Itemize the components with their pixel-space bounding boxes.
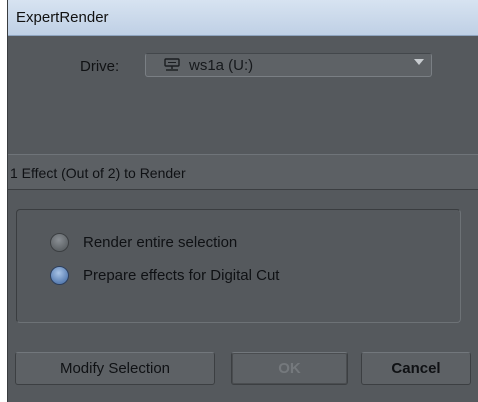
render-options-group xyxy=(16,209,461,323)
effect-count-header: 1 Effect (Out of 2) to Render xyxy=(8,154,478,190)
modify-selection-button[interactable]: Modify Selection xyxy=(15,352,215,385)
drive-label: Drive: xyxy=(80,58,120,75)
radio-button-selected[interactable] xyxy=(50,266,69,285)
title-bar[interactable]: ExpertRender xyxy=(8,0,478,36)
radio-button-unselected[interactable] xyxy=(50,233,69,252)
drive-dropdown[interactable]: ws1a (U:) xyxy=(145,53,432,77)
expert-render-dialog: ExpertRender Drive: ws1a (U:) 1 Effect (… xyxy=(7,0,478,402)
window-title: ExpertRender xyxy=(16,9,109,26)
effect-count-text: 1 Effect (Out of 2) to Render xyxy=(10,165,186,181)
option-label: Render entire selection xyxy=(83,234,238,251)
network-drive-icon xyxy=(164,58,180,72)
cancel-button[interactable]: Cancel xyxy=(361,352,471,385)
chevron-down-icon[interactable] xyxy=(414,59,424,65)
option-label: Prepare effects for Digital Cut xyxy=(83,267,280,284)
drive-selected-value: ws1a (U:) xyxy=(189,57,254,74)
ok-button[interactable]: OK xyxy=(231,352,348,385)
